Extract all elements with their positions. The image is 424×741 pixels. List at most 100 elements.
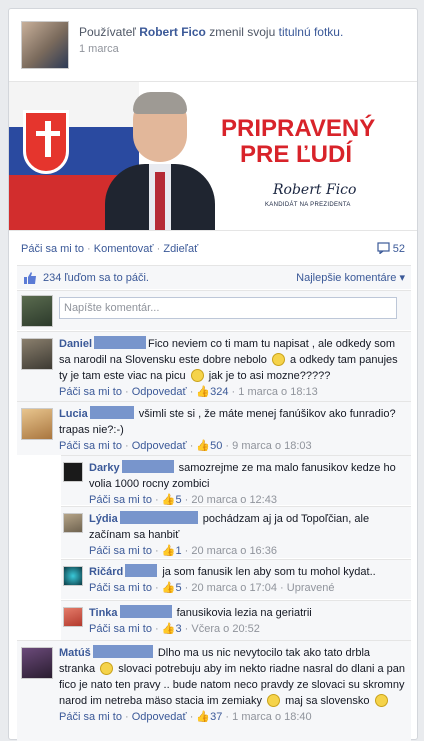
like-button[interactable]: Páči sa mi to (21, 243, 84, 255)
thumbs-up-icon: 👍 (196, 711, 211, 723)
thumbs-up-icon: 👍 (161, 545, 176, 557)
slogan-line-2: PRE ĽUDÍ (239, 141, 352, 168)
comment-likes-value: 37 (210, 711, 223, 723)
comment-count[interactable]: 52 (377, 241, 405, 257)
reply-likes-value: 1 (175, 545, 182, 557)
replier-name[interactable]: Ričárd (89, 566, 123, 578)
replier-name[interactable]: Tinka (89, 607, 118, 619)
redacted-surname (89, 406, 134, 419)
reply-likes[interactable]: 👍5 (162, 494, 182, 506)
post-card: Používateľ Robert Fico zmenil svoju titu… (8, 8, 418, 741)
author-avatar[interactable] (21, 21, 69, 69)
share-button[interactable]: Zdieľať (163, 243, 198, 255)
comment-composer (17, 290, 411, 330)
replier-avatar[interactable] (63, 513, 83, 533)
comment-date[interactable]: 1 marca o 18:40 (232, 711, 312, 723)
reply-date[interactable]: Včera o 20:52 (191, 623, 260, 635)
likes-count-link[interactable]: 234 ľuďom sa to páči. (43, 266, 149, 290)
reply-likes[interactable]: 👍3 (162, 623, 182, 635)
thumbs-up-icon: 👍 (196, 386, 211, 398)
replier-avatar[interactable] (63, 462, 83, 482)
comment-meta: Páči sa mi to · Odpovedať · 👍50 · 9 marc… (59, 440, 312, 452)
reply-date[interactable]: 20 marca o 12:43 (191, 494, 277, 506)
reply-likes-value: 5 (175, 494, 182, 506)
thumbs-up-icon: 👍 (196, 440, 211, 452)
reply-text: fanusikovia lezia na geriatrii (176, 607, 312, 619)
post-date[interactable]: 1 marca (79, 43, 119, 55)
comment-reply-button[interactable]: Odpovedať (132, 386, 187, 398)
edited-label[interactable]: Upravené (287, 582, 335, 594)
comment-meta: Páči sa mi to · Odpovedať · 👍37 · 1 marc… (59, 711, 312, 723)
redacted-surname (125, 564, 158, 577)
comment-meta: Páči sa mi to · Odpovedať · 👍324 · 1 mar… (59, 386, 318, 398)
comment-count-value: 52 (392, 243, 405, 255)
comment: Lucia všimli ste si , že máte menej fanú… (17, 401, 411, 455)
comment-reply-button[interactable]: Odpovedať (132, 711, 187, 723)
headline-verb: zmenil svoju (209, 25, 276, 39)
like-summary-bar: 234 ľuďom sa to páči. Najlepšie komentár… (17, 265, 411, 289)
cover-photo[interactable]: PRIPRAVENÝ PRE ĽUDÍ Robert Fico KANDIDÁT… (9, 81, 417, 231)
replier-avatar[interactable] (63, 607, 83, 627)
reply-like-button[interactable]: Páči sa mi to (89, 582, 152, 594)
replier-avatar[interactable] (63, 566, 83, 586)
replier-name[interactable]: Darky (89, 462, 120, 474)
comment-like-button[interactable]: Páči sa mi to (59, 711, 122, 723)
candidate-caption: KANDIDÁT NA PREZIDENTA (265, 202, 351, 208)
signature: Robert Fico (273, 182, 357, 198)
commenter-name[interactable]: Lucia (59, 408, 88, 420)
comment-likes-value: 50 (210, 440, 223, 452)
reply-likes[interactable]: 👍1 (162, 545, 182, 557)
thumbs-up-icon (24, 272, 36, 284)
commenter-avatar[interactable] (21, 338, 53, 370)
reply-meta: Páči sa mi to · 👍1 · 20 marca o 16:36 (89, 545, 277, 557)
thumbs-up-icon: 👍 (161, 623, 176, 635)
reply-meta: Páči sa mi to · 👍3 · Včera o 20:52 (89, 623, 260, 635)
comment: Matúš Dlho ma us nic nevytocilo tak ako … (17, 640, 411, 741)
comment-date[interactable]: 1 marca o 18:13 (238, 386, 318, 398)
comment-button[interactable]: Komentovať (94, 243, 154, 255)
comment-likes[interactable]: 👍50 (196, 440, 222, 452)
comment-reply-button[interactable]: Odpovedať (132, 440, 187, 452)
reply-text: ja som fanusik len aby som tu mohol kyda… (162, 566, 376, 578)
replier-name[interactable]: Lýdia (89, 513, 118, 525)
coat-of-arms-icon (23, 110, 69, 174)
commenter-name[interactable]: Daniel (59, 338, 92, 350)
comment-like-button[interactable]: Páči sa mi to (59, 386, 122, 398)
comment-icon (377, 242, 390, 255)
author-link[interactable]: Robert Fico (139, 25, 206, 39)
thumbs-up-icon: 👍 (161, 582, 176, 594)
comment-likes[interactable]: 👍324 (196, 386, 228, 398)
comment-input[interactable] (59, 297, 397, 319)
reply-like-button[interactable]: Páči sa mi to (89, 545, 152, 557)
reply-likes-value: 5 (175, 582, 182, 594)
slogan-line-1: PRIPRAVENÝ (221, 115, 376, 142)
commenter-avatar[interactable] (21, 408, 53, 440)
comment-text-3: maj sa slovensko (285, 695, 370, 707)
sort-comments-dropdown[interactable]: Najlepšie komentáre ▾ (296, 266, 405, 290)
reply-date[interactable]: 20 marca o 17:04 (191, 582, 277, 594)
comment-text-3: jak je to asi mozne????? (208, 370, 331, 382)
cover-photo-link[interactable]: titulnú fotku. (279, 25, 344, 39)
commenter-name[interactable]: Matúš (59, 647, 91, 659)
comment-date[interactable]: 9 marca o 18:03 (232, 440, 312, 452)
comment: Daniel Fico neviem co ti mam tu napisat ,… (17, 331, 411, 401)
post-actions: Páči sa mi to · Komentovať · Zdieľať 52 (21, 241, 405, 257)
reply-meta: Páči sa mi to · 👍5 · 20 marca o 17:04 · … (89, 582, 335, 594)
reply: Darky samozrejme ze ma malo fanusikov ke… (61, 455, 411, 506)
thumbs-up-icon: 👍 (161, 494, 176, 506)
comment-likes[interactable]: 👍37 (196, 711, 222, 723)
smile-emoji-icon (374, 694, 388, 707)
redacted-surname (119, 511, 198, 524)
reply-likes[interactable]: 👍5 (162, 582, 182, 594)
smile-emoji-icon (271, 353, 285, 366)
reply-date[interactable]: 20 marca o 16:36 (191, 545, 277, 557)
reply: Lýdia pochádzam aj ja od Topoľčian, ale … (61, 506, 411, 558)
comment-like-button[interactable]: Páči sa mi to (59, 440, 122, 452)
reply-like-button[interactable]: Páči sa mi to (89, 494, 152, 506)
portrait-image (105, 90, 215, 230)
current-user-avatar (21, 295, 53, 327)
commenter-avatar[interactable] (21, 647, 53, 679)
redacted-surname (121, 460, 174, 473)
post-headline: Používateľ Robert Fico zmenil svoju titu… (79, 24, 343, 40)
reply-like-button[interactable]: Páči sa mi to (89, 623, 152, 635)
